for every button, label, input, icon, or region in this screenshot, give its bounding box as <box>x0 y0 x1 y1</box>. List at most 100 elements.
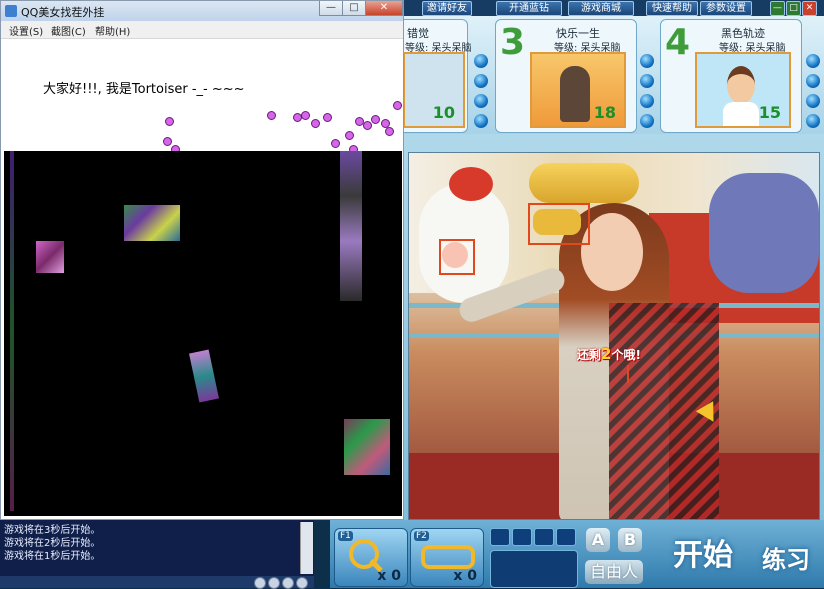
status-orb-icon <box>640 114 654 128</box>
avatar-body <box>723 102 759 126</box>
remaining-suffix: 个哦! <box>611 348 641 362</box>
game-maximize-button[interactable]: □ <box>786 1 801 16</box>
noise-strip <box>10 151 14 511</box>
player-card-4: 4 黑色轨迹 等级: 呆头呆脑 15 <box>660 19 802 133</box>
a-button[interactable]: A <box>586 528 610 552</box>
marker-dot <box>381 119 390 128</box>
player-avatar: 15 <box>695 52 791 128</box>
game-top-bar: 邀请好友 开通蓝钻 游戏商城 快速帮助 参数设置 — □ ✕ <box>400 0 824 16</box>
golden-mane <box>529 163 639 203</box>
status-orb-icon <box>474 94 488 108</box>
status-strip <box>0 576 314 588</box>
mane-difference <box>533 209 581 235</box>
difference-patch <box>340 151 362 301</box>
difference-patch <box>189 349 219 403</box>
start-button[interactable]: 开始 <box>664 526 742 586</box>
free-mode-button[interactable]: 自由人 <box>585 560 643 584</box>
game-close-button[interactable]: ✕ <box>802 1 817 16</box>
marker-dot <box>393 101 402 110</box>
player-score: 18 <box>593 103 616 122</box>
marker-dot <box>385 127 394 136</box>
goggles-icon <box>421 545 475 569</box>
marker-dot <box>163 137 172 146</box>
player-photo-figure <box>560 66 590 122</box>
settings-button[interactable]: 参数设置 <box>700 1 752 16</box>
emoji-icon[interactable] <box>282 577 294 589</box>
status-icon[interactable] <box>268 577 280 589</box>
menu-help[interactable]: 帮助(H) <box>95 23 130 38</box>
close-button[interactable]: ✕ <box>365 1 403 16</box>
app-icon <box>5 5 17 17</box>
game-minimize-button[interactable]: — <box>770 1 785 16</box>
status-orb-icon <box>806 114 820 128</box>
status-orb-icon <box>806 94 820 108</box>
difference-patch <box>124 205 180 241</box>
marker-dot <box>363 121 372 130</box>
difference-patch <box>344 419 390 475</box>
purple-horse <box>709 173 819 293</box>
game-photo[interactable]: 还剩2个哦! <box>408 152 820 520</box>
b-button[interactable]: B <box>618 528 642 552</box>
status-orb-icon <box>806 54 820 68</box>
player-card-2: 错觉 等级: 呆头呆脑 10 <box>400 19 472 133</box>
tool-hotkey: F2 <box>414 531 429 541</box>
remaining-count: 2 <box>601 345 612 363</box>
player-panel: 错觉 等级: 呆头呆脑 10 3 快乐一生 等级: 呆头呆脑 18 4 黑色轨迹… <box>400 16 824 134</box>
player-card-3: 3 快乐一生 等级: 呆头呆脑 18 <box>495 19 637 133</box>
item-slot[interactable] <box>512 528 532 546</box>
maximize-button[interactable]: □ <box>342 1 366 16</box>
open-blue-diamond-button[interactable]: 开通蓝钻 <box>496 1 562 16</box>
status-orb-icon <box>640 54 654 68</box>
game-mall-button[interactable]: 游戏商城 <box>568 1 634 16</box>
speaker-icon[interactable] <box>296 577 308 589</box>
player-avatar: 10 <box>403 52 465 128</box>
tool-count: x 0 <box>453 568 477 584</box>
player-number: 3 <box>500 22 526 63</box>
menu-settings[interactable]: 设置(S) <box>9 23 43 38</box>
remaining-counter: 还剩2个哦! <box>577 345 641 363</box>
item-slot[interactable] <box>556 528 576 546</box>
menu-screenshot[interactable]: 截图(C) <box>51 23 86 38</box>
girl-face <box>581 213 643 291</box>
flower-difference <box>442 242 468 268</box>
rose-decoration <box>449 167 493 201</box>
status-icon[interactable] <box>254 577 266 589</box>
menu-bar: 设置(S) 截图(C) 帮助(H) <box>1 21 403 39</box>
window-title: QQ美女找茬外挂 <box>21 6 105 19</box>
status-orb-icon <box>474 114 488 128</box>
log-line: 游戏将在1秒后开始。 <box>4 551 101 562</box>
player-score: 10 <box>432 103 455 122</box>
status-orb-icon <box>474 74 488 88</box>
marker-dot <box>371 115 380 124</box>
item-slot[interactable] <box>490 528 510 546</box>
quick-help-button[interactable]: 快速帮助 <box>646 1 698 16</box>
status-orb-icon <box>806 74 820 88</box>
marker-dot <box>323 113 332 122</box>
difference-map <box>4 151 402 516</box>
practice-button[interactable]: 练习 <box>750 534 822 586</box>
status-orb-icon <box>640 94 654 108</box>
status-orb-icon <box>474 54 488 68</box>
item-slot[interactable] <box>534 528 554 546</box>
log-panel: 游戏将在3秒后开始。 游戏将在2秒后开始。 游戏将在1秒后开始。 <box>0 520 314 576</box>
tool-count: x 0 <box>377 568 401 584</box>
item-panel <box>490 550 578 588</box>
helper-tool-window: QQ美女找茬外挂 — □ ✕ 设置(S) 截图(C) 帮助(H) 大家好!!!,… <box>0 0 404 520</box>
remaining-prefix: 还剩 <box>577 348 602 362</box>
title-bar[interactable]: QQ美女找茬外挂 — □ ✕ <box>1 1 403 21</box>
marker-dot <box>267 111 276 120</box>
tool-magnifier[interactable]: F1 x 0 <box>334 528 408 587</box>
tool-goggles[interactable]: F2 x 0 <box>410 528 484 587</box>
log-scrollbar[interactable] <box>300 522 313 574</box>
tool-hotkey: F1 <box>338 531 353 541</box>
minimize-button[interactable]: — <box>319 1 343 16</box>
marker-dot <box>331 139 340 148</box>
player-number: 4 <box>665 22 691 63</box>
marker-dot <box>301 111 310 120</box>
difference-patch <box>36 241 64 273</box>
remaining-pointer <box>627 365 629 383</box>
player-video: 18 <box>530 52 626 128</box>
marker-dot <box>165 117 174 126</box>
invite-friends-button[interactable]: 邀请好友 <box>422 1 472 16</box>
player-score: 15 <box>758 103 781 122</box>
